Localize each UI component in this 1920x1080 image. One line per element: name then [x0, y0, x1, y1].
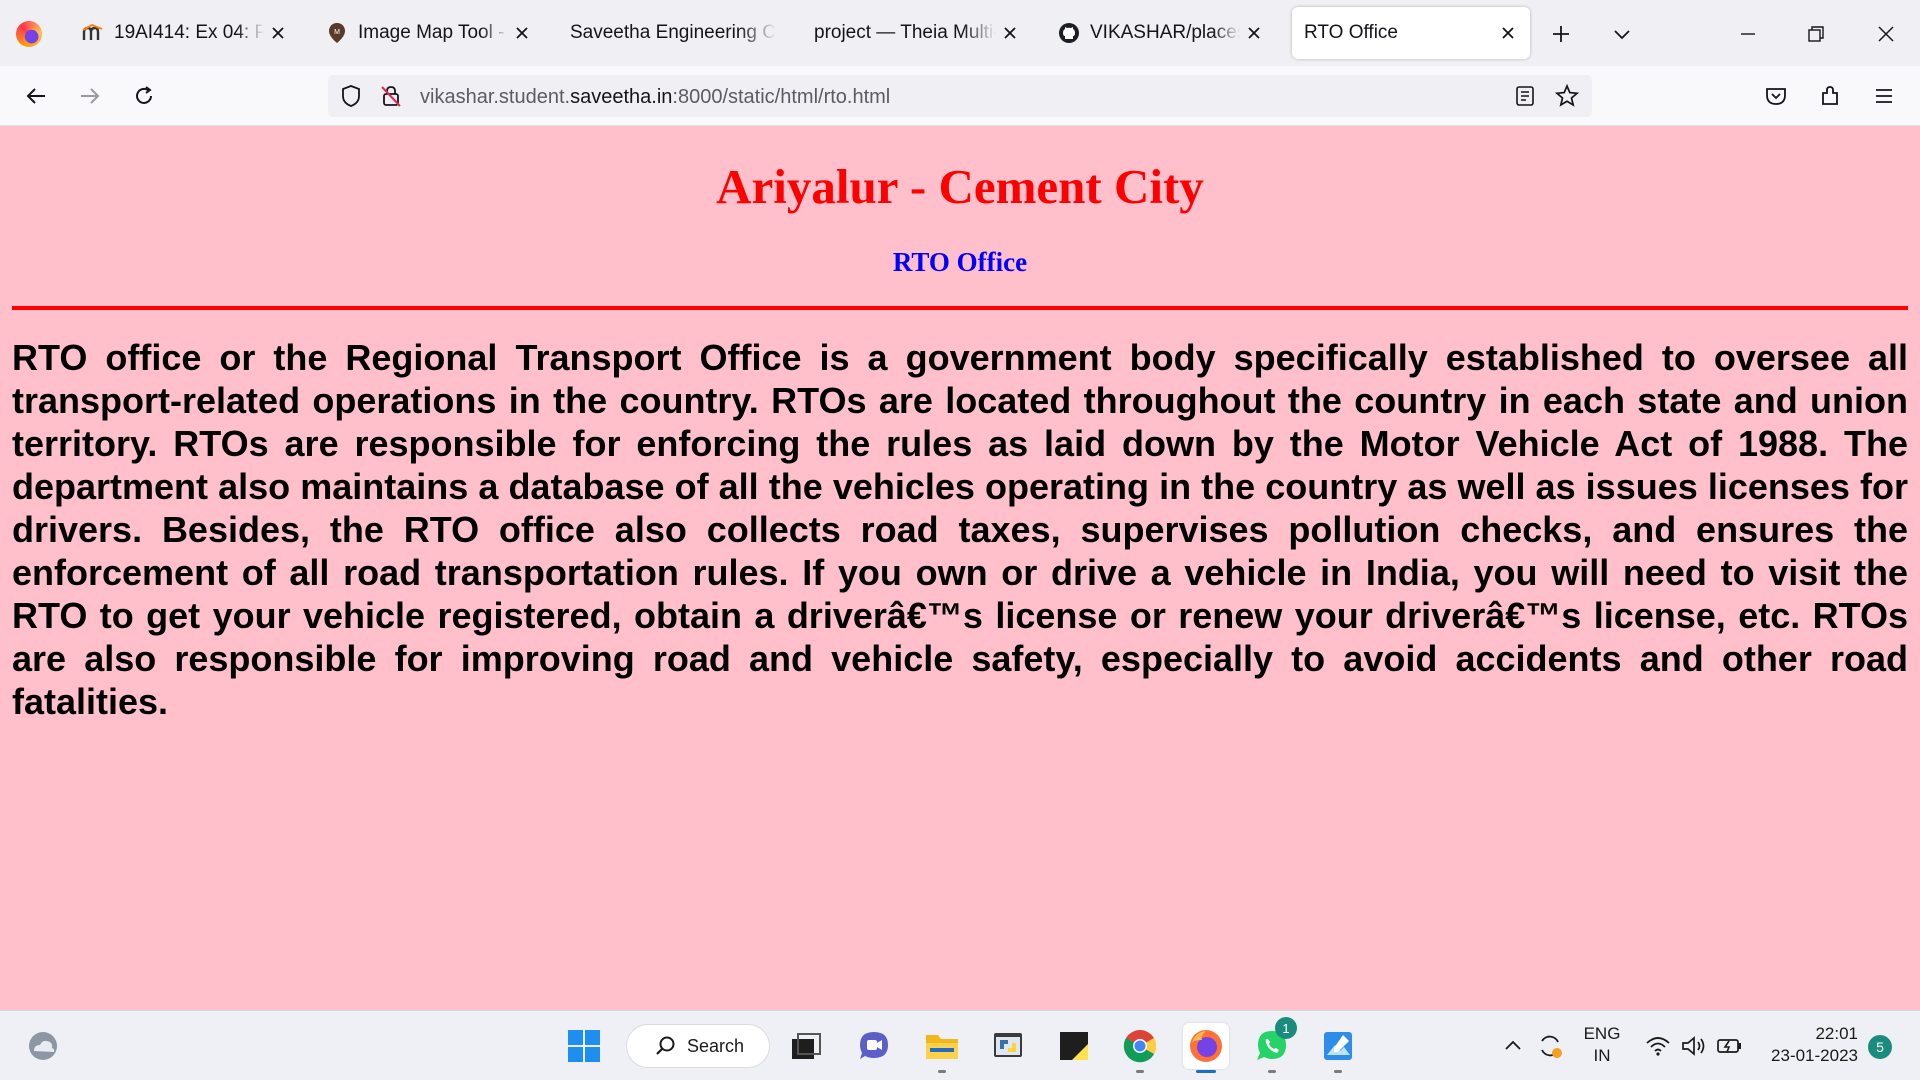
running-indicator: [1268, 1070, 1276, 1073]
github-icon: [1058, 22, 1080, 44]
file-explorer-icon[interactable]: [919, 1023, 965, 1073]
page-title: Ariyalur - Cement City: [716, 159, 1204, 214]
tab-active[interactable]: RTO Office: [1292, 7, 1530, 59]
close-tab-icon[interactable]: [512, 23, 532, 43]
restore-icon[interactable]: [1796, 14, 1836, 54]
sticky-notes-icon[interactable]: [1051, 1023, 1097, 1069]
tab-title: Image Map Tool - Onl: [358, 22, 508, 43]
insecure-lock-icon[interactable]: [378, 83, 404, 109]
taskbar-search[interactable]: Search: [626, 1024, 770, 1068]
clock-date: 23-01-2023: [1771, 1046, 1858, 1065]
image-map-icon: M: [326, 22, 348, 44]
menu-icon[interactable]: [1864, 76, 1904, 116]
search-icon: [656, 1036, 675, 1055]
firefox-logo-icon[interactable]: [16, 21, 42, 47]
navigation-toolbar: vikashar.student.saveetha.in:8000/static…: [0, 66, 1920, 126]
running-indicator: [1334, 1070, 1342, 1073]
python-idle-icon[interactable]: [985, 1023, 1031, 1069]
running-indicator: [1136, 1070, 1144, 1073]
close-tab-icon[interactable]: [268, 23, 288, 43]
url-prefix: vikashar.student.: [420, 86, 571, 108]
tab-title: RTO Office: [1304, 22, 1398, 43]
task-view-icon[interactable]: [783, 1023, 829, 1069]
language-indicator[interactable]: ENG IN: [1576, 1023, 1628, 1067]
weather-widget-icon[interactable]: [20, 1023, 66, 1069]
pocket-icon[interactable]: [1756, 76, 1796, 116]
close-tab-icon[interactable]: [1000, 23, 1020, 43]
url-text[interactable]: vikashar.student.saveetha.in:8000/static…: [420, 86, 890, 109]
search-label: Search: [687, 1035, 745, 1056]
battery-icon[interactable]: [1708, 1023, 1752, 1069]
forward-arrow-icon[interactable]: [70, 76, 110, 116]
url-bar[interactable]: vikashar.student.saveetha.in:8000/static…: [328, 75, 1592, 117]
chrome-icon[interactable]: [1117, 1023, 1163, 1073]
windows-start-icon[interactable]: [561, 1023, 607, 1069]
svg-text:M: M: [334, 29, 340, 36]
clock[interactable]: 22:01 23-01-2023: [1758, 1023, 1858, 1067]
reload-icon[interactable]: [124, 76, 164, 116]
region-code: IN: [1593, 1046, 1611, 1065]
back-arrow-icon[interactable]: [16, 76, 56, 116]
tab-4[interactable]: project — Theia Multi-La: [802, 7, 1032, 59]
new-tab-icon[interactable]: [1543, 16, 1579, 52]
minimize-icon[interactable]: [1728, 14, 1768, 54]
close-tab-icon[interactable]: [1244, 23, 1264, 43]
tab-3[interactable]: Saveetha Engineering Co: [558, 7, 788, 59]
tab-5[interactable]: VIKASHAR/places-arou: [1046, 7, 1276, 59]
bookmark-star-icon[interactable]: [1554, 83, 1580, 109]
page-subtitle: RTO Office: [892, 247, 1028, 277]
chevron-down-icon[interactable]: [1604, 16, 1640, 52]
reader-view-icon[interactable]: [1512, 83, 1538, 109]
url-suffix: :8000/static/html/rto.html: [672, 86, 891, 108]
tab-strip: 19AI414: Ex 04: Place M Image Map Tool -…: [0, 0, 1920, 66]
shield-icon[interactable]: [338, 83, 364, 109]
tab-title: project — Theia Multi-La: [814, 22, 996, 43]
moodle-icon: [82, 22, 104, 44]
active-indicator: [1196, 1070, 1216, 1073]
tab-2[interactable]: M Image Map Tool - Onl: [314, 7, 544, 59]
language-code: ENG: [1583, 1024, 1621, 1043]
close-tab-icon[interactable]: [1498, 23, 1518, 43]
sync-icon[interactable]: [1527, 1023, 1573, 1069]
body-paragraph: RTO office or the Regional Transport Off…: [12, 337, 1908, 722]
tab-title: 19AI414: Ex 04: Place: [114, 22, 264, 43]
taskbar: Search 1 ENG IN 22:01 23-01-2023 5: [0, 1010, 1920, 1080]
whatsapp-icon[interactable]: 1: [1249, 1017, 1297, 1073]
tab-1[interactable]: 19AI414: Ex 04: Place: [70, 7, 300, 59]
paint-app-icon[interactable]: [1315, 1023, 1361, 1073]
page-content: Ariyalur - Cement City RTO Office RTO of…: [0, 126, 1920, 1010]
tab-title: Saveetha Engineering Co: [570, 22, 776, 43]
teams-chat-icon[interactable]: [851, 1023, 897, 1069]
close-window-icon[interactable]: [1866, 14, 1906, 54]
clock-time: 22:01: [1815, 1024, 1858, 1043]
extensions-icon[interactable]: [1810, 76, 1850, 116]
firefox-taskbar-icon[interactable]: [1183, 1023, 1229, 1073]
notification-badge: 1: [1275, 1017, 1297, 1039]
horizontal-rule: [12, 306, 1908, 310]
url-host: saveetha.in: [570, 86, 673, 108]
running-indicator: [938, 1070, 946, 1073]
notification-count-badge[interactable]: 5: [1868, 1035, 1892, 1059]
tab-title: VIKASHAR/places-arou: [1090, 22, 1240, 43]
